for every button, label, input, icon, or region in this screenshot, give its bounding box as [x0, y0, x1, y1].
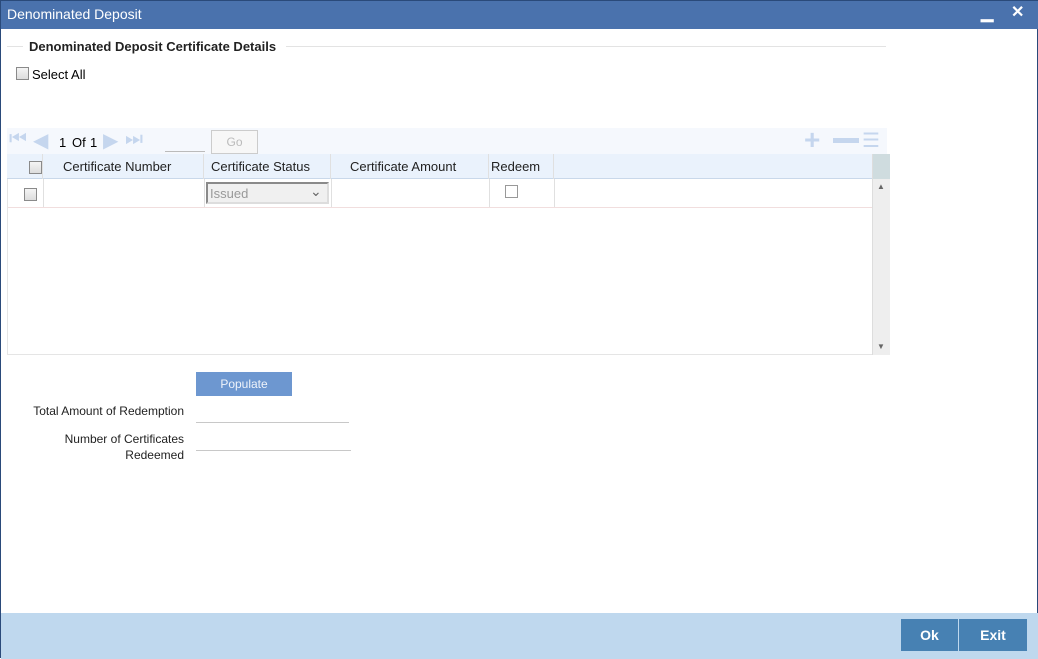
select-all-rows-checkbox[interactable] — [29, 161, 42, 174]
single-view-icon[interactable]: ☰ — [862, 128, 880, 153]
num-certificates-label-2: Redeemed — [125, 448, 184, 462]
add-row-icon[interactable]: + — [804, 124, 820, 156]
section-title: Denominated Deposit Certificate Details — [29, 39, 277, 54]
chevron-down-icon: ⌄ — [310, 183, 322, 199]
grid-body: Issued ⌄ — [7, 179, 873, 355]
divider — [7, 46, 23, 47]
window-title: Denominated Deposit — [7, 6, 142, 22]
last-page-icon[interactable]: ⏭ — [125, 128, 143, 151]
previous-page-icon[interactable]: ◀ — [33, 128, 48, 153]
close-button[interactable]: ✕ — [1011, 2, 1024, 22]
title-bar: Denominated Deposit ▁ ✕ — [1, 1, 1038, 29]
table-row: Issued ⌄ — [8, 179, 873, 208]
scroll-down-icon[interactable]: ▼ — [877, 342, 885, 351]
page-input[interactable] — [165, 151, 205, 152]
num-certificates-input[interactable] — [196, 450, 351, 451]
redeem-checkbox[interactable] — [505, 185, 518, 198]
row-select-checkbox[interactable] — [24, 188, 37, 201]
scroll-up-icon[interactable]: ▲ — [877, 182, 885, 191]
divider — [286, 46, 886, 47]
current-page: 1 — [59, 135, 67, 150]
status-value: Issued — [210, 186, 249, 201]
column-header[interactable]: Certificate Number — [63, 159, 171, 174]
total-pages: 1 — [90, 135, 98, 150]
certificate-number-cell[interactable] — [44, 179, 204, 207]
grid-header: Certificate Number Certificate Status Ce… — [7, 154, 872, 179]
footer: Ok Exit — [1, 613, 1038, 659]
column-header[interactable]: Certificate Status — [211, 159, 310, 174]
select-all-checkbox[interactable] — [16, 67, 29, 80]
next-page-icon[interactable]: ▶ — [103, 128, 118, 153]
minimize-button[interactable]: ▁ — [981, 3, 993, 23]
first-page-icon[interactable]: ⏮ — [9, 128, 27, 151]
of-label: Of — [72, 135, 86, 150]
vertical-scrollbar[interactable]: ▲ ▼ — [872, 154, 890, 355]
total-amount-label: Total Amount of Redemption — [33, 404, 184, 418]
populate-button[interactable]: Populate — [196, 372, 292, 396]
exit-button[interactable]: Exit — [959, 619, 1027, 651]
go-button[interactable]: Go — [211, 130, 258, 154]
delete-row-icon[interactable] — [833, 138, 859, 143]
ok-button[interactable]: Ok — [901, 619, 958, 651]
certificate-amount-cell[interactable] — [332, 179, 489, 207]
total-amount-input[interactable] — [196, 422, 349, 423]
column-header[interactable]: Redeem — [491, 159, 540, 174]
grid-toolbar: ⏮ ◀ 1 Of 1 ▶ ⏭ Go + ☰ — [7, 124, 887, 155]
num-certificates-label: Number of Certificates — [64, 432, 184, 446]
select-all-label: Select All — [32, 67, 86, 82]
column-header[interactable]: Certificate Amount — [350, 159, 456, 174]
certificate-status-select[interactable]: Issued ⌄ — [206, 182, 329, 204]
